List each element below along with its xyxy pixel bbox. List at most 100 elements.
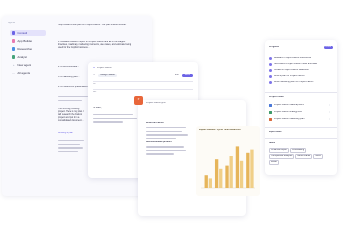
- email-title: Project Falcon: [96, 67, 112, 69]
- analyst-icon: [12, 55, 16, 59]
- nav-item-consult[interactable]: Consult: [10, 30, 46, 36]
- chat-item-1: 1. Detailed research report on Project F…: [58, 41, 132, 49]
- file-name: Project Falcon marketing plan: [274, 118, 305, 120]
- send-button[interactable]: Send: [181, 74, 193, 77]
- document-title: Project Falcon.pptx: [146, 102, 166, 104]
- plus-icon: +: [12, 63, 15, 67]
- mail-icon: ✉: [93, 67, 95, 69]
- nav-item-label: Consult: [17, 31, 28, 35]
- email-greeting: Hi team,: [93, 107, 102, 109]
- nav-item-app-builder[interactable]: App Builder: [10, 38, 46, 44]
- more-icon[interactable]: ⋮: [328, 104, 330, 107]
- task-label: Draft marketing plan for Project Falcon: [274, 81, 314, 83]
- file-item[interactable]: Project Falcon roadmap.docx ⋮: [269, 103, 333, 108]
- subject-label: Re:: [93, 91, 97, 93]
- progress-panel: Progress Done Research Project Falcon do…: [265, 40, 337, 175]
- excel-file-icon: [269, 110, 272, 115]
- task-item: Draft a plan for Project Falcon: [269, 74, 332, 79]
- brand-label: Agents: [8, 22, 16, 24]
- nav-item-analyst[interactable]: Analyst: [10, 54, 46, 60]
- doc-heading: What the Falcon: [146, 122, 164, 124]
- doc-section: Recommended product: [146, 141, 172, 144]
- file-item[interactable]: Project Falcon strategy.xlsx ⋮: [269, 110, 333, 115]
- skill-tag[interactable]: Benchmarks: [295, 153, 313, 159]
- progress-header: Progress Done: [269, 46, 333, 49]
- to-label: To: [93, 74, 96, 76]
- skill-tag[interactable]: Competitive analysis: [269, 153, 295, 159]
- chat-message: Help create a new plan for Project Falco…: [58, 24, 132, 33]
- skill-tag[interactable]: Forecasting: [290, 148, 307, 153]
- skill-tag[interactable]: Financial report: [269, 148, 290, 153]
- chart-title: Impact Results: Cycle Time Reduction: [199, 129, 241, 131]
- task-item: Research Project Falcon documents: [269, 56, 332, 61]
- task-label: Summarize Project Falcon notes and data: [274, 63, 317, 65]
- researcher-icon: [12, 47, 16, 51]
- chat-item: 1. Detailed research report on Project F…: [58, 41, 132, 59]
- chat-status: Drafting a plan: [58, 132, 73, 134]
- chat-reply: This is a big, exciting project. Here is…: [58, 108, 86, 128]
- chart-bar: [208, 178, 213, 188]
- email-header: ✉ Project Falcon: [93, 67, 112, 70]
- skill-tag[interactable]: Word: [313, 153, 324, 159]
- grid-icon: ⋯: [12, 71, 16, 75]
- file-name: Project Falcon strategy.xlsx: [274, 111, 302, 113]
- more-icon[interactable]: ⋮: [328, 111, 330, 114]
- nav-item-label: App Builder: [17, 39, 33, 43]
- doc-text: What the Falcon Recommended product: [146, 122, 190, 157]
- chart-bar: [235, 146, 240, 188]
- check-icon: [269, 69, 272, 72]
- powerpoint-icon: P: [134, 96, 143, 105]
- nav-item-researcher[interactable]: Researcher: [10, 46, 46, 52]
- check-icon: [269, 75, 272, 78]
- progress-title: Progress: [269, 46, 279, 48]
- check-icon: [269, 57, 272, 60]
- nav-item-all-agents[interactable]: ⋯ All agents: [10, 70, 46, 76]
- skills-list: Financial report Forecasting Competitive…: [269, 148, 333, 165]
- cc-label: Cc: [93, 83, 96, 85]
- chart-bar: [239, 160, 244, 188]
- chart-bar: [246, 152, 250, 188]
- task-item: Create a Project Falcon statement: [269, 68, 332, 73]
- skill-tag[interactable]: Excel: [269, 159, 279, 165]
- bar-chart: [201, 146, 255, 189]
- chart-bar: [225, 165, 229, 188]
- email-to-row: To Design Studio Edit Send: [93, 74, 193, 77]
- app-builder-icon: [12, 39, 16, 43]
- consult-icon: [12, 31, 16, 35]
- chart-panel: Impact Results: Cycle Time Reduction: [196, 126, 260, 196]
- chat-intro: Help create a new plan for Project Falco…: [58, 24, 127, 26]
- task-label: Research Project Falcon documents: [274, 57, 312, 59]
- file-name: Project Falcon roadmap.docx: [274, 104, 304, 106]
- word-file-icon: [269, 103, 272, 108]
- file-item[interactable]: Project Falcon marketing plan ⋮: [269, 117, 333, 122]
- nav-item-label: New agent: [17, 63, 32, 67]
- email-body-lines: [93, 114, 137, 125]
- skills-title: Skills: [269, 142, 276, 144]
- chart-bar: [214, 159, 219, 188]
- nav-item-label: Analyst: [17, 55, 27, 59]
- chart-bar: [229, 156, 233, 188]
- powerpoint-file-icon: [269, 117, 272, 122]
- chat-placeholder-lines: [58, 96, 88, 103]
- nav-item-label: Researcher: [17, 47, 33, 51]
- chat-progress-lines: [58, 140, 86, 154]
- chart-bar: [219, 168, 223, 188]
- more-icon[interactable]: ⋮: [328, 118, 330, 121]
- task-label: Draft a plan for Project Falcon: [274, 75, 305, 77]
- project-folder-title: Project folder: [269, 96, 284, 98]
- recipient-name: Design Studio: [100, 74, 115, 76]
- chat-reply-text: This is a big, exciting project. Here is…: [58, 108, 85, 122]
- task-label: Create a Project Falcon statement: [274, 69, 309, 71]
- edit-label[interactable]: Edit: [175, 74, 179, 77]
- nav-item-new-agent[interactable]: + New agent: [10, 62, 46, 68]
- status-badge: Done: [323, 46, 333, 49]
- task-item: Summarize Project Falcon notes and data: [269, 62, 332, 67]
- chart-bar: [250, 149, 254, 188]
- recipient-chip[interactable]: Design Studio: [98, 74, 117, 77]
- task-item: Draft marketing plan for Project Falcon: [269, 80, 332, 85]
- send-label: Send: [184, 74, 190, 76]
- nav-item-label: All agents: [17, 71, 31, 75]
- check-icon: [269, 81, 272, 84]
- input-folder-title: Input folder: [269, 131, 282, 133]
- chart-bar: [204, 175, 208, 188]
